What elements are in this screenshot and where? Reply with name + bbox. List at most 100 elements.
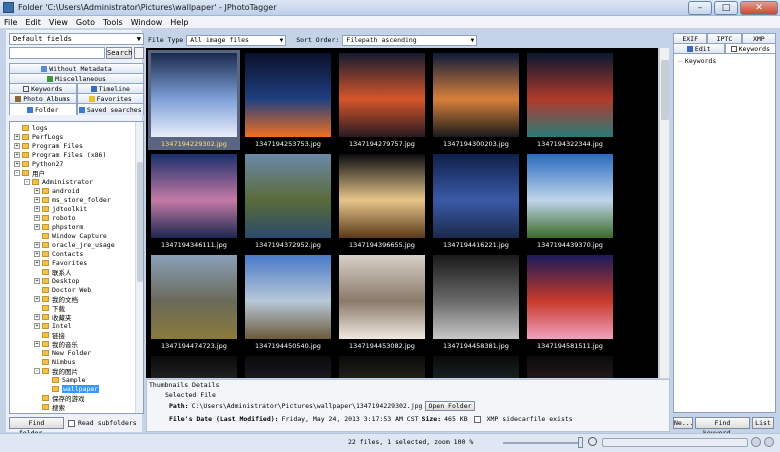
tab-photo-albums[interactable]: Photo Albums: [9, 93, 77, 103]
thumbnail[interactable]: 1347194450540.jpg: [242, 252, 334, 352]
tab-exif[interactable]: EXIF: [673, 33, 708, 43]
tree-node[interactable]: 下载: [34, 304, 65, 313]
keywords-root[interactable]: — Keywords: [678, 57, 716, 65]
tree-node[interactable]: + Contacts: [34, 250, 83, 258]
tree-node[interactable]: + Program Files (x86): [14, 151, 106, 159]
menu-window[interactable]: Window: [127, 18, 167, 27]
search-input[interactable]: [9, 47, 105, 59]
thumbnail[interactable]: 1347194439370.jpg: [524, 151, 616, 251]
menu-goto[interactable]: Goto: [72, 18, 99, 27]
menu-view[interactable]: View: [45, 18, 72, 27]
thumbnail[interactable]: 1347194279757.jpg: [336, 50, 428, 150]
tree-node[interactable]: + phpstorm: [34, 223, 83, 231]
tree-node[interactable]: 搜索: [34, 403, 65, 412]
tree-node[interactable]: + 我的音乐: [34, 340, 78, 349]
expand-icon[interactable]: +: [34, 323, 40, 329]
thumbnail[interactable]: 1347194322344.jpg: [524, 50, 616, 150]
maximize-button[interactable]: □: [714, 0, 738, 15]
collapse-icon[interactable]: -: [34, 368, 40, 374]
search-button[interactable]: Search: [106, 47, 132, 59]
expand-icon[interactable]: +: [34, 188, 40, 194]
expand-icon[interactable]: +: [34, 206, 40, 212]
search-fields-select[interactable]: Default fields ▼: [9, 33, 144, 45]
tab-without-metadata[interactable]: Without Metadata: [9, 63, 144, 73]
folder-tree[interactable]: 搜索 保存的游戏 wallpaper Sample - 我的图片 Nimbus New Fol…: [9, 121, 144, 414]
expand-icon[interactable]: +: [34, 341, 40, 347]
tree-node[interactable]: + android: [34, 187, 79, 195]
expand-icon[interactable]: +: [14, 161, 20, 167]
thumbnail[interactable]: 1347194229302.jpg: [148, 50, 240, 150]
collapse-icon[interactable]: -: [24, 179, 30, 185]
thumbnail[interactable]: 1347194581511.jpg: [524, 252, 616, 352]
tree-node[interactable]: + roboto: [34, 214, 75, 222]
tree-node[interactable]: + PerfLogs: [14, 133, 63, 141]
thumbnail[interactable]: [148, 353, 240, 378]
tree-node[interactable]: + 我的文档: [34, 295, 78, 304]
expand-icon[interactable]: +: [34, 215, 40, 221]
tree-node[interactable]: + ms_store_folder: [34, 196, 111, 204]
thumbnail-scrollbar[interactable]: [659, 48, 669, 378]
read-subfolders-checkbox[interactable]: Read subfolders: [68, 419, 137, 427]
tab-iptc[interactable]: IPTC: [707, 33, 742, 43]
tree-node[interactable]: + Intel: [34, 322, 72, 330]
expand-icon[interactable]: +: [34, 242, 40, 248]
tree-node[interactable]: Nimbus: [34, 358, 75, 366]
tree-node[interactable]: Doctor Web: [34, 286, 91, 294]
advanced-search-button[interactable]: [134, 47, 144, 59]
thumbnail[interactable]: 1347194416221.jpg: [430, 151, 522, 251]
file-type-select[interactable]: All image files ▼: [186, 34, 287, 46]
tab-miscellaneous[interactable]: Miscellaneous: [9, 73, 144, 83]
menu-help[interactable]: Help: [166, 18, 192, 27]
tree-node[interactable]: logs: [14, 124, 48, 132]
menu-file[interactable]: File: [0, 18, 21, 27]
tab-timeline[interactable]: Timeline: [76, 83, 144, 93]
tree-node[interactable]: + Favorites: [34, 259, 87, 267]
new-keyword-button[interactable]: Ne...: [673, 417, 694, 429]
thumbnail[interactable]: 1347194458381.jpg: [430, 252, 522, 352]
tree-node[interactable]: + Program Files: [14, 142, 83, 150]
tab-edit[interactable]: Edit: [673, 43, 725, 53]
expand-icon[interactable]: +: [14, 143, 20, 149]
tree-node[interactable]: Window Capture: [34, 232, 107, 240]
find-keyword-button[interactable]: Find keyword...: [695, 417, 750, 437]
close-button[interactable]: ✕: [740, 0, 778, 15]
expand-icon[interactable]: +: [14, 152, 20, 158]
tree-node[interactable]: - 我的图片: [34, 367, 78, 376]
tree-node[interactable]: + Desktop: [34, 277, 79, 285]
thumbnail[interactable]: [430, 353, 522, 378]
thumbnail[interactable]: 1347194474723.jpg: [148, 252, 240, 352]
expand-icon[interactable]: +: [34, 197, 40, 203]
expand-icon[interactable]: +: [34, 278, 40, 284]
thumbnail[interactable]: 1347194453082.jpg: [336, 252, 428, 352]
expand-icon[interactable]: +: [34, 224, 40, 230]
tree-node[interactable]: + jdtoolkit: [34, 205, 87, 213]
tab-favorites[interactable]: Favorites: [76, 93, 144, 103]
tree-scrollbar[interactable]: [135, 122, 143, 413]
info-icon[interactable]: [764, 437, 774, 447]
tree-node[interactable]: 联系人: [34, 268, 72, 277]
thumbnail[interactable]: 1347194253753.jpg: [242, 50, 334, 150]
expand-icon[interactable]: +: [34, 260, 40, 266]
checkbox-box[interactable]: [68, 419, 75, 427]
tab-xmp[interactable]: XMP: [741, 33, 776, 43]
zoom-slider-thumb[interactable]: [578, 437, 583, 448]
stop-icon[interactable]: [751, 437, 761, 447]
tree-node[interactable]: wallpaper: [44, 385, 100, 393]
tab-saved-searches[interactable]: Saved searches: [76, 103, 144, 115]
thumbnail[interactable]: 1347194300203.jpg: [430, 50, 522, 150]
keywords-tree[interactable]: — Keywords: [673, 53, 776, 413]
scroll-thumb[interactable]: [661, 60, 669, 120]
tree-node[interactable]: + 收藏夹: [34, 313, 72, 322]
tree-node[interactable]: + Python27: [14, 160, 63, 168]
tree-node[interactable]: Sample: [44, 376, 85, 384]
thumbnail[interactable]: 1347194372952.jpg: [242, 151, 334, 251]
tree-node[interactable]: - Administrator: [24, 178, 93, 186]
thumbnail[interactable]: 1347194346111.jpg: [148, 151, 240, 251]
minimize-button[interactable]: –: [688, 0, 712, 15]
menu-tools[interactable]: Tools: [99, 18, 127, 27]
tab-folder[interactable]: Folder: [9, 103, 77, 115]
thumbnail[interactable]: [242, 353, 334, 378]
tab-keywords-right[interactable]: Keywords: [724, 43, 776, 53]
tab-keywords[interactable]: Keywords: [9, 83, 77, 93]
tree-node[interactable]: + oracle_jre_usage: [34, 241, 115, 249]
